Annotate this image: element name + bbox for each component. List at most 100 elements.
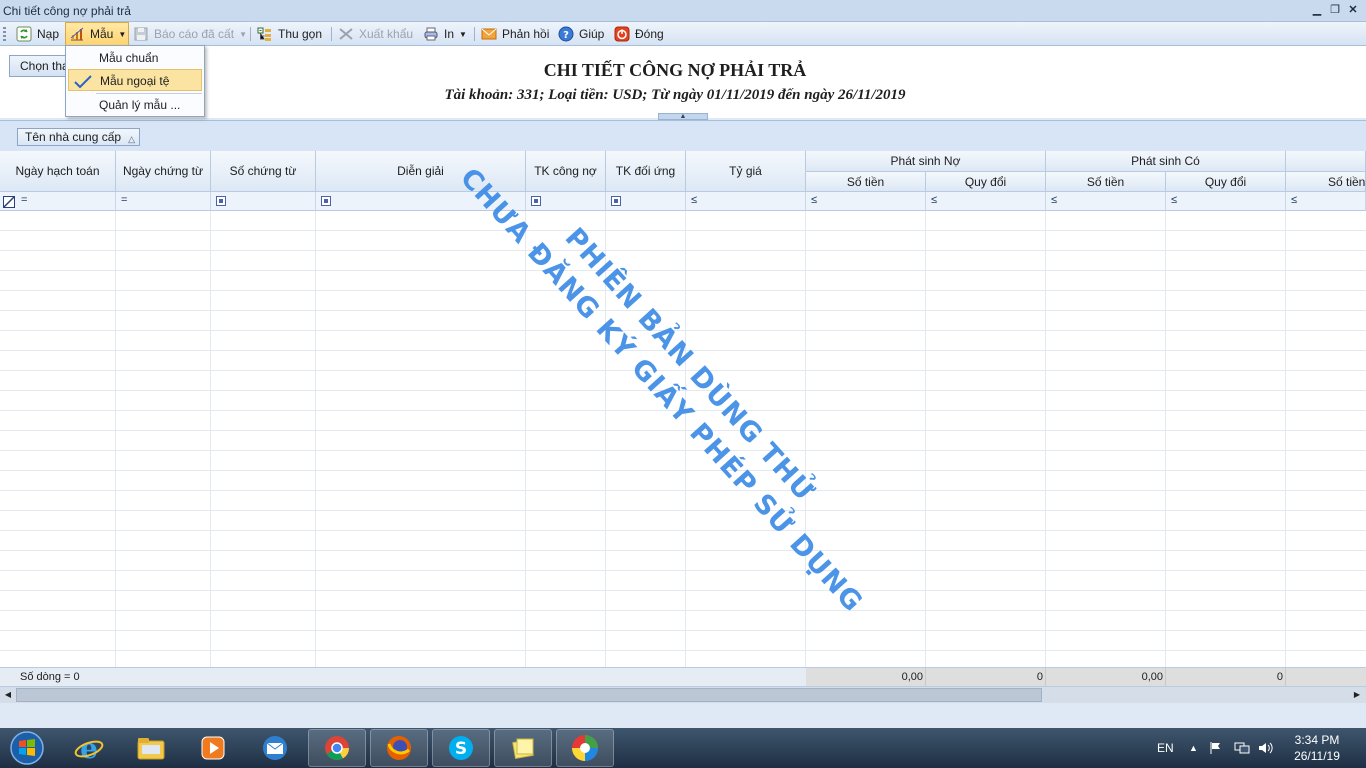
filter-contra-account[interactable] [606, 192, 686, 211]
filter-debit-amount[interactable]: ≤ [806, 192, 926, 211]
speaker-icon [1259, 742, 1273, 754]
filter-operator-lte[interactable]: ≤ [1171, 194, 1177, 206]
filter-operator-lte[interactable]: ≤ [691, 194, 697, 206]
envelope-icon [481, 28, 497, 40]
network-status-icon[interactable] [1234, 728, 1250, 768]
close-button[interactable]: ✕ [1346, 3, 1360, 17]
toolbar-separator [250, 27, 251, 41]
chevron-down-icon[interactable]: ▼ [459, 30, 467, 39]
filter-operator-equals[interactable]: = [121, 194, 127, 206]
col-header-debit-amount[interactable]: Số tiền [806, 172, 926, 192]
template-button[interactable]: Mẫu ▼ [69, 25, 126, 43]
group-by-chip[interactable]: Tên nhà cung cấp △ [17, 128, 141, 146]
taskbar: e S EN ▲ 3:34 PM 26/11/19 [0, 728, 1366, 768]
filter-operator-lte[interactable]: ≤ [811, 194, 817, 206]
sticky-notes-icon [512, 738, 534, 760]
taskbar-misa-app[interactable] [556, 729, 614, 767]
filter-credit-converted[interactable]: ≤ [1166, 192, 1286, 211]
col-header-credit-converted[interactable]: Quy đổi [1166, 172, 1286, 192]
toolbar-grip[interactable] [3, 27, 6, 42]
taskbar-sticky-notes[interactable] [494, 729, 552, 767]
printer-icon [424, 27, 438, 41]
flag-icon [1210, 742, 1220, 754]
col-header-balance-amount[interactable]: Số tiền [1286, 172, 1366, 192]
close-report-button[interactable]: Đóng [614, 25, 664, 43]
windows-start-icon[interactable] [4, 729, 50, 767]
system-clock[interactable]: 3:34 PM 26/11/19 [1284, 732, 1350, 764]
column-divider [805, 211, 806, 667]
group-by-label: Tên nhà cung cấp [25, 130, 122, 144]
firefox-icon [387, 736, 411, 760]
saved-reports-label: Báo cáo đã cất [154, 27, 235, 41]
help-label: Giúp [579, 27, 605, 41]
col-header-voucher-number[interactable]: Số chứng từ [211, 151, 316, 192]
export-button[interactable]: Xuất khẩu [338, 25, 413, 43]
filter-debit-converted[interactable]: ≤ [926, 192, 1046, 211]
col-header-credit-amount[interactable]: Số tiền [1046, 172, 1166, 192]
action-center-flag-icon[interactable] [1209, 728, 1223, 768]
horizontal-scrollbar[interactable]: ◀ ▶ [0, 686, 1366, 703]
feedback-label: Phản hồi [502, 27, 550, 41]
filter-voucher-number[interactable] [211, 192, 316, 211]
taskbar-ie[interactable]: e [60, 729, 118, 767]
filter-posting-date[interactable]: = [0, 192, 116, 211]
filter-voucher-date[interactable]: = [116, 192, 211, 211]
filter-operator-contains-icon[interactable] [321, 196, 331, 206]
scroll-right-icon[interactable]: ▶ [1350, 688, 1364, 702]
column-divider [115, 211, 116, 667]
refresh-icon [16, 26, 32, 42]
chevron-down-icon[interactable]: ▼ [239, 30, 247, 39]
col-header-exchange-rate[interactable]: Tỷ giá [686, 151, 806, 192]
total-balance-amount [1286, 668, 1366, 687]
row-count: Số dòng = 0 [3, 668, 117, 687]
filter-operator-equals[interactable]: = [21, 194, 27, 206]
taskbar-email[interactable] [246, 729, 304, 767]
col-header-debit-converted[interactable]: Quy đổi [926, 172, 1046, 192]
menu-item-foreign-currency-template[interactable]: Mẫu ngoại tệ [68, 69, 202, 91]
help-button[interactable]: ? Giúp [558, 25, 604, 43]
header-collapse-handle[interactable]: ▲ [658, 113, 708, 120]
network-icon [1234, 742, 1250, 754]
collapse-label: Thu gọn [278, 27, 323, 41]
menu-item-standard-template[interactable]: Mẫu chuẩn [66, 47, 204, 69]
taskbar-firefox[interactable] [370, 729, 428, 767]
taskbar-media-player[interactable] [184, 729, 242, 767]
volume-icon[interactable] [1258, 728, 1274, 768]
col-header-contra-account[interactable]: TK đối ứng [606, 151, 686, 192]
show-hidden-icons-icon[interactable]: ▲ [1189, 728, 1198, 768]
scroll-thumb[interactable] [16, 688, 1042, 702]
filter-operator-contains-icon[interactable] [611, 196, 621, 206]
filter-editor-icon[interactable] [3, 196, 15, 208]
minimize-button[interactable]: ▁ [1310, 3, 1324, 17]
total-debit-amount: 0,00 [806, 668, 926, 687]
collapse-button[interactable]: Thu gọn [257, 25, 322, 43]
column-divider [925, 211, 926, 667]
language-indicator[interactable]: EN [1157, 728, 1174, 768]
export-icon [339, 28, 353, 40]
filter-operator-lte[interactable]: ≤ [1051, 194, 1057, 206]
filter-balance-amount[interactable]: ≤ [1286, 192, 1366, 211]
menu-item-manage-templates[interactable]: Quản lý mẫu ... [66, 94, 204, 116]
print-button[interactable]: In ▼ [423, 25, 467, 43]
misa-app-icon [572, 735, 598, 761]
filter-exchange-rate[interactable]: ≤ [686, 192, 806, 211]
filter-operator-lte[interactable]: ≤ [1291, 194, 1297, 206]
help-icon: ? [558, 26, 574, 42]
taskbar-chrome[interactable] [308, 729, 366, 767]
feedback-button[interactable]: Phản hồi [481, 25, 549, 43]
filter-credit-amount[interactable]: ≤ [1046, 192, 1166, 211]
save-icon [134, 27, 148, 41]
scroll-left-icon[interactable]: ◀ [1, 688, 15, 702]
restore-button[interactable]: ❐ [1328, 3, 1342, 17]
col-header-voucher-date[interactable]: Ngày chứng từ [116, 151, 211, 192]
col-header-balance [1286, 151, 1366, 172]
chevron-down-icon[interactable]: ▼ [118, 30, 126, 39]
filter-operator-lte[interactable]: ≤ [931, 194, 937, 206]
reload-button[interactable]: Nạp [16, 25, 59, 43]
toolbar-separator [474, 27, 475, 41]
saved-reports-button[interactable]: Báo cáo đã cất ▼ [133, 25, 247, 43]
taskbar-skype[interactable]: S [432, 729, 490, 767]
col-header-posting-date[interactable]: Ngày hạch toán [0, 151, 116, 192]
taskbar-explorer[interactable] [122, 729, 180, 767]
filter-operator-contains-icon[interactable] [216, 196, 226, 206]
